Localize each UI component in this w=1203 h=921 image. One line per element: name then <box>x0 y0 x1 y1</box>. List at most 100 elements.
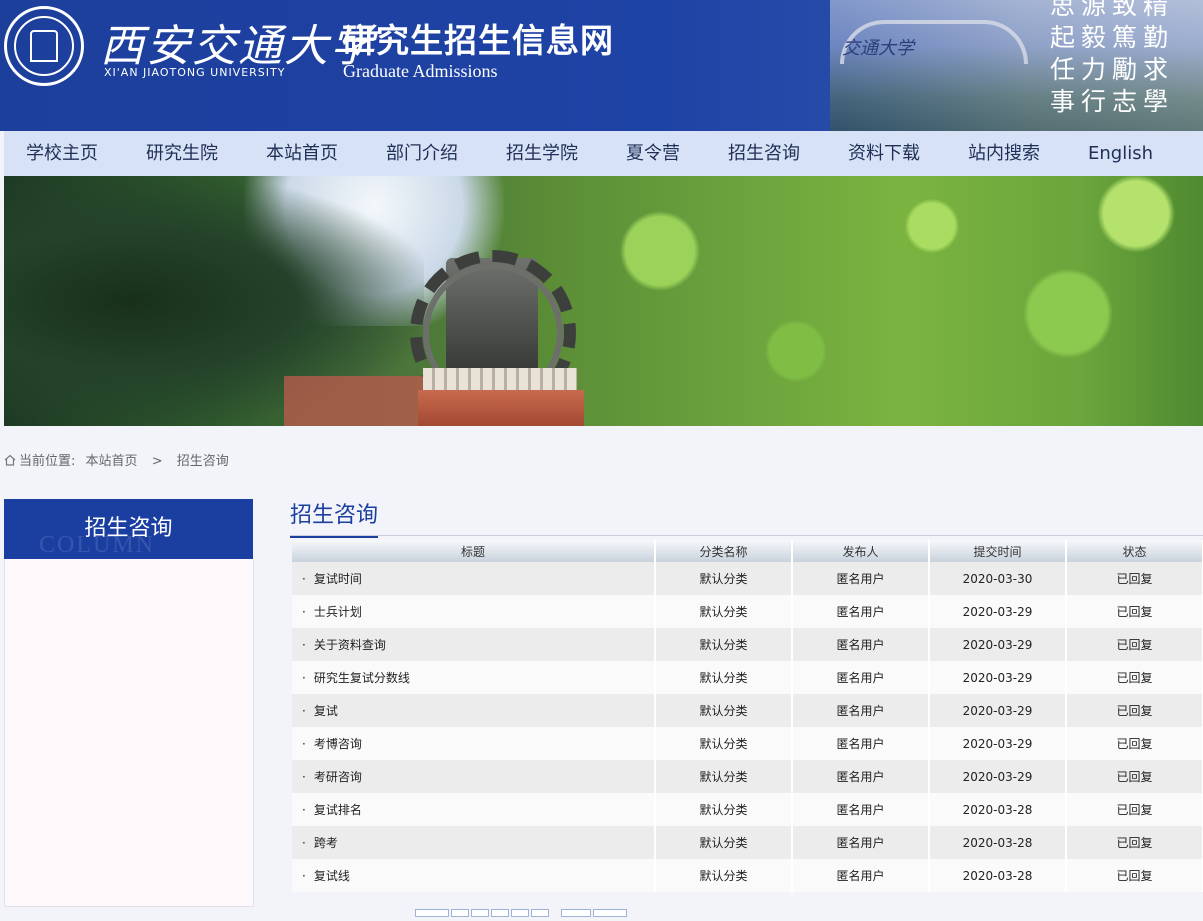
row-publisher: 匿名用户 <box>792 661 930 694</box>
nav-item-school-home[interactable]: 学校主页 <box>26 131 98 176</box>
row-title-link[interactable]: 复试线 <box>314 869 350 883</box>
row-status: 已回复 <box>1066 694 1203 727</box>
row-title-link[interactable]: 考博咨询 <box>314 737 362 751</box>
pager-button[interactable] <box>561 909 591 917</box>
row-publisher: 匿名用户 <box>792 694 930 727</box>
row-category: 默认分类 <box>655 826 793 859</box>
banner-pedestal <box>423 368 577 390</box>
row-date: 2020-03-29 <box>929 694 1067 727</box>
row-title[interactable]: · 复试 <box>292 694 656 727</box>
motto-line: 思源致精 <box>1050 0 1175 20</box>
row-publisher: 匿名用户 <box>792 595 930 628</box>
pager-button[interactable] <box>593 909 627 917</box>
row-title[interactable]: · 复试线 <box>292 859 656 892</box>
row-publisher: 匿名用户 <box>792 760 930 793</box>
row-date: 2020-03-29 <box>929 760 1067 793</box>
sidebar-body <box>4 559 254 907</box>
row-publisher: 匿名用户 <box>792 859 930 892</box>
row-title[interactable]: · 考博咨询 <box>292 727 656 760</box>
home-icon <box>4 454 16 466</box>
row-publisher: 匿名用户 <box>792 826 930 859</box>
row-publisher: 匿名用户 <box>792 727 930 760</box>
pager-button[interactable] <box>415 909 449 917</box>
motto-line: 事行志學 <box>1050 87 1175 116</box>
nav-item-downloads[interactable]: 资料下载 <box>848 131 920 176</box>
pager-button[interactable] <box>471 909 489 917</box>
row-title[interactable]: · 关于资料查询 <box>292 628 656 661</box>
pager-button[interactable] <box>511 909 529 917</box>
banner-pedestal-base <box>418 390 584 426</box>
breadcrumb-label: 当前位置: <box>19 454 76 469</box>
col-header-date: 提交时间 <box>929 540 1067 562</box>
row-publisher: 匿名用户 <box>792 562 930 595</box>
nav-item-summer-camp[interactable]: 夏令营 <box>626 131 680 176</box>
table-row[interactable]: · 跨考 默认分类 匿名用户 2020-03-28 已回复 <box>292 826 1203 859</box>
row-status: 已回复 <box>1066 826 1203 859</box>
row-date: 2020-03-30 <box>929 562 1067 595</box>
campus-banner <box>4 176 1203 426</box>
row-title[interactable]: · 复试时间 <box>292 562 656 595</box>
university-name-en: XI'AN JIAOTONG UNIVERSITY <box>104 66 286 79</box>
row-title-link[interactable]: 跨考 <box>314 836 338 850</box>
row-category: 默认分类 <box>655 595 793 628</box>
bullet: · <box>302 572 306 586</box>
row-status: 已回复 <box>1066 628 1203 661</box>
table-row[interactable]: · 士兵计划 默认分类 匿名用户 2020-03-29 已回复 <box>292 595 1203 628</box>
bullet: · <box>302 638 306 652</box>
row-date: 2020-03-29 <box>929 727 1067 760</box>
motto-line: 任力勵求 <box>1050 55 1175 84</box>
row-title[interactable]: · 跨考 <box>292 826 656 859</box>
nav-item-graduate-school[interactable]: 研究生院 <box>146 131 218 176</box>
row-title[interactable]: · 研究生复试分数线 <box>292 661 656 694</box>
table-row[interactable]: · 研究生复试分数线 默认分类 匿名用户 2020-03-29 已回复 <box>292 661 1203 694</box>
row-title[interactable]: · 复试排名 <box>292 793 656 826</box>
school-motto: 思源致精 起毅篤勤 任力勵求 事行志學 <box>1050 0 1174 118</box>
table-row[interactable]: · 复试排名 默认分类 匿名用户 2020-03-28 已回复 <box>292 793 1203 826</box>
university-name-cn[interactable]: 西安交通大学 <box>100 10 376 74</box>
row-title[interactable]: · 士兵计划 <box>292 595 656 628</box>
breadcrumb-home-link[interactable]: 本站首页 <box>86 454 138 469</box>
row-publisher: 匿名用户 <box>792 793 930 826</box>
nav-item-english[interactable]: English <box>1088 131 1153 176</box>
row-title-link[interactable]: 复试时间 <box>314 572 362 586</box>
row-status: 已回复 <box>1066 562 1203 595</box>
row-title[interactable]: · 考研咨询 <box>292 760 656 793</box>
row-category: 默认分类 <box>655 727 793 760</box>
table-row[interactable]: · 复试时间 默认分类 匿名用户 2020-03-30 已回复 <box>292 562 1203 595</box>
pager-button[interactable] <box>491 909 509 917</box>
table-row[interactable]: · 复试线 默认分类 匿名用户 2020-03-28 已回复 <box>292 859 1203 892</box>
title-divider <box>290 535 1203 536</box>
pager-button[interactable] <box>451 909 469 917</box>
bullet: · <box>302 869 306 883</box>
gate-inscription: 交通大学 <box>842 38 914 59</box>
row-title-link[interactable]: 复试排名 <box>314 803 362 817</box>
pagination <box>415 902 629 917</box>
table-row[interactable]: · 复试 默认分类 匿名用户 2020-03-29 已回复 <box>292 694 1203 727</box>
nav-item-site-search[interactable]: 站内搜索 <box>968 131 1040 176</box>
nav-item-site-home[interactable]: 本站首页 <box>266 131 338 176</box>
nav-item-departments[interactable]: 部门介绍 <box>386 131 458 176</box>
row-category: 默认分类 <box>655 859 793 892</box>
bullet: · <box>302 770 306 784</box>
breadcrumb-current[interactable]: 招生咨询 <box>177 454 229 469</box>
main-nav: 学校主页 研究生院 本站首页 部门介绍 招生学院 夏令营 招生咨询 资料下载 站… <box>4 131 1203 176</box>
table-row[interactable]: · 关于资料查询 默认分类 匿名用户 2020-03-29 已回复 <box>292 628 1203 661</box>
row-title-link[interactable]: 研究生复试分数线 <box>314 671 410 685</box>
row-status: 已回复 <box>1066 859 1203 892</box>
row-date: 2020-03-28 <box>929 826 1067 859</box>
row-title-link[interactable]: 士兵计划 <box>314 605 362 619</box>
row-status: 已回复 <box>1066 793 1203 826</box>
nav-item-colleges[interactable]: 招生学院 <box>506 131 578 176</box>
sidebar-title: COLUMN 招生咨询 <box>4 499 253 559</box>
university-seal-icon[interactable] <box>4 6 84 86</box>
nav-item-consultation[interactable]: 招生咨询 <box>728 131 800 176</box>
row-title-link[interactable]: 关于资料查询 <box>314 638 386 652</box>
bullet: · <box>302 671 306 685</box>
pager-button[interactable] <box>531 909 549 917</box>
table-row[interactable]: · 考博咨询 默认分类 匿名用户 2020-03-29 已回复 <box>292 727 1203 760</box>
table-row[interactable]: · 考研咨询 默认分类 匿名用户 2020-03-29 已回复 <box>292 760 1203 793</box>
row-title-link[interactable]: 复试 <box>314 704 338 718</box>
row-title-link[interactable]: 考研咨询 <box>314 770 362 784</box>
consultation-table: 标题 分类名称 发布人 提交时间 状态 · 复试时间 默认分类 匿名用户 2020… <box>292 540 1203 892</box>
row-category: 默认分类 <box>655 793 793 826</box>
